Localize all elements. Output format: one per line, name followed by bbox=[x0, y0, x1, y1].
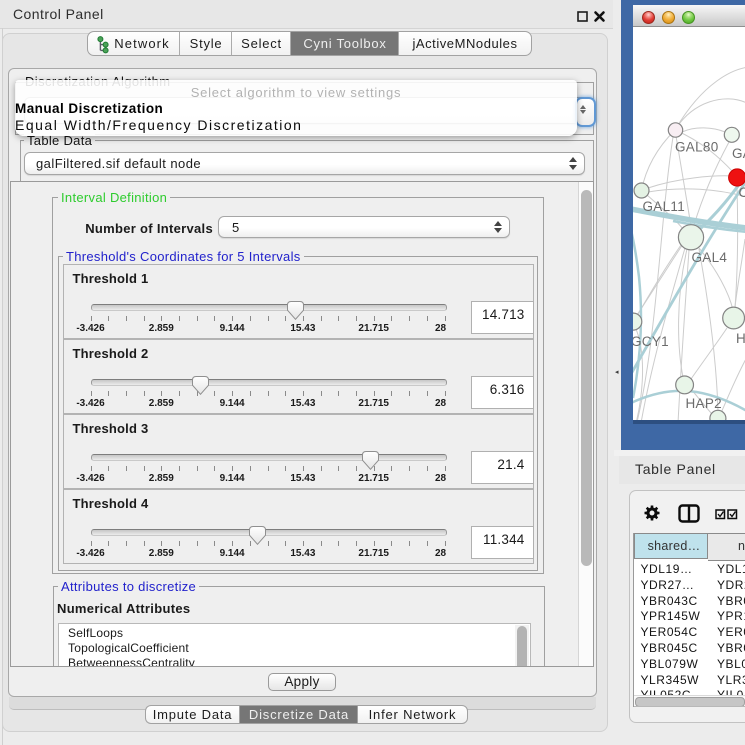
svg-text:HAP2: HAP2 bbox=[686, 396, 722, 411]
svg-text:GA: GA bbox=[732, 146, 745, 161]
svg-text:C: C bbox=[739, 185, 745, 200]
svg-text:GAL4: GAL4 bbox=[692, 250, 728, 265]
svg-text:H: H bbox=[736, 331, 745, 346]
svg-text:GAL11: GAL11 bbox=[643, 199, 686, 214]
svg-text:GCY1: GCY1 bbox=[633, 334, 669, 349]
svg-text:GAL80: GAL80 bbox=[675, 139, 719, 154]
